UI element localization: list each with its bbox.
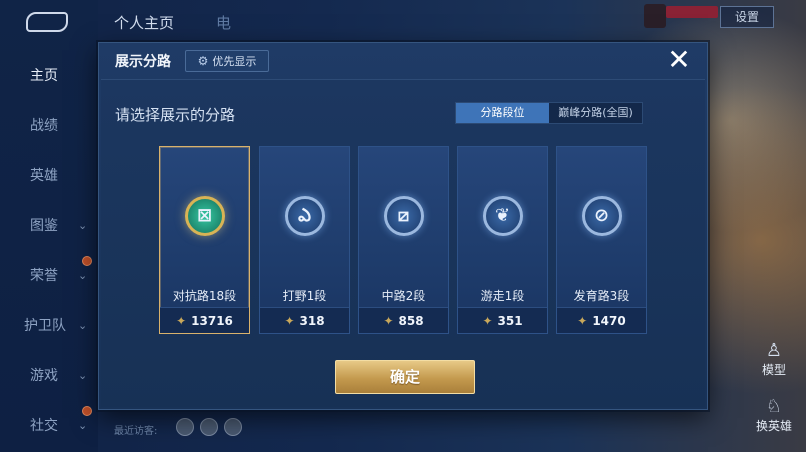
avatar[interactable] bbox=[644, 4, 666, 28]
rank-gem-icon: ✦ bbox=[284, 313, 295, 328]
chevron-down-icon: ⌄ bbox=[78, 318, 88, 332]
sidebar-item-codex[interactable]: 图鉴 ⌄ bbox=[0, 210, 98, 240]
lane-card-label: 打野1段 bbox=[282, 289, 327, 303]
notification-dot-icon bbox=[82, 406, 92, 416]
bottom-bar: 最近访客: bbox=[98, 408, 710, 452]
lane-card-score: ✦ 858 bbox=[359, 307, 448, 333]
lane-card-label: 发育路3段 bbox=[573, 289, 630, 303]
lane-card-label: 中路2段 bbox=[381, 289, 426, 303]
settings-button[interactable]: 设置 bbox=[720, 6, 774, 28]
priority-display-button[interactable]: ⚙ 优先显示 bbox=[185, 50, 269, 72]
lane-card-jungle[interactable]: ఎ 打野1段 ✦ 318 bbox=[259, 146, 350, 334]
sidebar: 主页 战绩 英雄 图鉴 ⌄ 荣誉 ⌄ 护卫队 ⌄ 游戏 ⌄ 社交 ⌄ bbox=[0, 0, 98, 452]
lane-card-score: ✦ 351 bbox=[458, 307, 547, 333]
back-logo-icon[interactable] bbox=[26, 12, 68, 32]
lane-card-mid[interactable]: ⧄ 中路2段 ✦ 858 bbox=[358, 146, 449, 334]
lane-card-score: ✦ 318 bbox=[260, 307, 349, 333]
tab-profile[interactable]: 个人主页 bbox=[114, 12, 174, 33]
gear-icon: ⚙ bbox=[197, 54, 209, 68]
swap-icon: ♘ bbox=[765, 396, 783, 417]
sidebar-item-label: 主页 bbox=[30, 68, 58, 84]
notification-dot-icon bbox=[82, 256, 92, 266]
recent-visitors-label: 最近访客: bbox=[114, 426, 158, 437]
chevron-down-icon: ⌄ bbox=[78, 268, 88, 282]
lane-score-value: 13716 bbox=[191, 313, 233, 328]
tab-lane-rank[interactable]: 分路段位 bbox=[456, 103, 549, 123]
lane-card-clash[interactable]: ⊠ 对抗路18段 ✦ 13716 bbox=[159, 146, 250, 334]
switch-hero-button[interactable]: ♘ 换英雄 bbox=[752, 396, 796, 434]
model-button[interactable]: ♙ 模型 bbox=[752, 340, 796, 378]
model-button-label: 模型 bbox=[761, 363, 786, 377]
avatar[interactable] bbox=[224, 418, 242, 436]
chevron-down-icon: ⌄ bbox=[78, 368, 88, 382]
lane-card-label: 对抗路18段 bbox=[172, 289, 237, 303]
sidebar-item-guard[interactable]: 护卫队 ⌄ bbox=[0, 310, 98, 340]
rank-gem-icon: ✦ bbox=[577, 313, 588, 328]
confirm-button[interactable]: 确定 bbox=[335, 360, 475, 394]
sidebar-item-record[interactable]: 战绩 bbox=[0, 110, 98, 140]
lane-score-value: 1470 bbox=[592, 313, 626, 328]
emblem-glyph: ఎ bbox=[298, 205, 311, 226]
lane-card-farm[interactable]: ⊘ 发育路3段 ✦ 1470 bbox=[556, 146, 647, 334]
rank-gem-icon: ✦ bbox=[383, 313, 394, 328]
sidebar-item-heroes[interactable]: 英雄 bbox=[0, 160, 98, 190]
sidebar-item-label: 护卫队 bbox=[24, 318, 66, 334]
lane-score-value: 858 bbox=[398, 313, 424, 328]
lane-score-value: 351 bbox=[497, 313, 523, 328]
switch-hero-label: 换英雄 bbox=[755, 419, 792, 433]
tab-partial[interactable]: 电 bbox=[216, 12, 231, 33]
sidebar-item-label: 图鉴 bbox=[30, 218, 58, 234]
dialog-title: 展示分路 bbox=[115, 54, 171, 70]
vip-badge bbox=[666, 6, 718, 18]
emblem-glyph: ⊘ bbox=[593, 205, 610, 226]
dialog-header: 展示分路 ⚙ 优先显示 ✕ bbox=[99, 43, 707, 79]
segment-control: 分路段位 巅峰分路(全国) bbox=[455, 102, 643, 124]
lane-display-dialog: 展示分路 ⚙ 优先显示 ✕ 请选择展示的分路 分路段位 巅峰分路(全国) ⊠ 对… bbox=[98, 42, 708, 410]
emblem-glyph: ❦ bbox=[494, 205, 511, 226]
roam-icon: ❦ bbox=[475, 189, 530, 243]
close-icon[interactable]: ✕ bbox=[665, 46, 693, 75]
dialog-subtitle: 请选择展示的分路 bbox=[115, 106, 236, 124]
farm-lane-icon: ⊘ bbox=[574, 189, 629, 243]
mid-lane-icon: ⧄ bbox=[376, 189, 431, 243]
sidebar-item-label: 社交 bbox=[30, 418, 58, 434]
rank-gem-icon: ✦ bbox=[176, 313, 187, 328]
figure-icon: ♙ bbox=[765, 340, 783, 361]
lane-card-score: ✦ 13716 bbox=[160, 307, 249, 333]
lane-card-score: ✦ 1470 bbox=[557, 307, 646, 333]
sidebar-item-label: 英雄 bbox=[30, 168, 58, 184]
top-bar: 个人主页 电 设置 bbox=[98, 0, 806, 40]
emblem-glyph: ⧄ bbox=[397, 205, 410, 226]
priority-display-label: 优先显示 bbox=[212, 55, 257, 68]
sidebar-item-games[interactable]: 游戏 ⌄ bbox=[0, 360, 98, 390]
chevron-down-icon: ⌄ bbox=[78, 218, 88, 232]
tab-peak-lane[interactable]: 巅峰分路(全国) bbox=[549, 103, 642, 123]
rank-gem-icon: ✦ bbox=[482, 313, 493, 328]
sidebar-item-home[interactable]: 主页 bbox=[0, 60, 98, 90]
sidebar-item-label: 荣誉 bbox=[30, 268, 58, 284]
chevron-down-icon: ⌄ bbox=[78, 418, 88, 432]
lane-score-value: 318 bbox=[299, 313, 325, 328]
clash-lane-icon: ⊠ bbox=[177, 189, 232, 243]
sidebar-item-label: 游戏 bbox=[30, 368, 58, 384]
avatar[interactable] bbox=[176, 418, 194, 436]
sidebar-item-label: 战绩 bbox=[30, 118, 58, 134]
lane-card-label: 游走1段 bbox=[480, 289, 525, 303]
jungle-icon: ఎ bbox=[277, 189, 332, 243]
lane-card-roam[interactable]: ❦ 游走1段 ✦ 351 bbox=[457, 146, 548, 334]
dialog-body: 请选择展示的分路 分路段位 巅峰分路(全国) ⊠ 对抗路18段 ✦ 13716 bbox=[101, 79, 705, 407]
avatar[interactable] bbox=[200, 418, 218, 436]
emblem-glyph: ⊠ bbox=[196, 205, 213, 226]
